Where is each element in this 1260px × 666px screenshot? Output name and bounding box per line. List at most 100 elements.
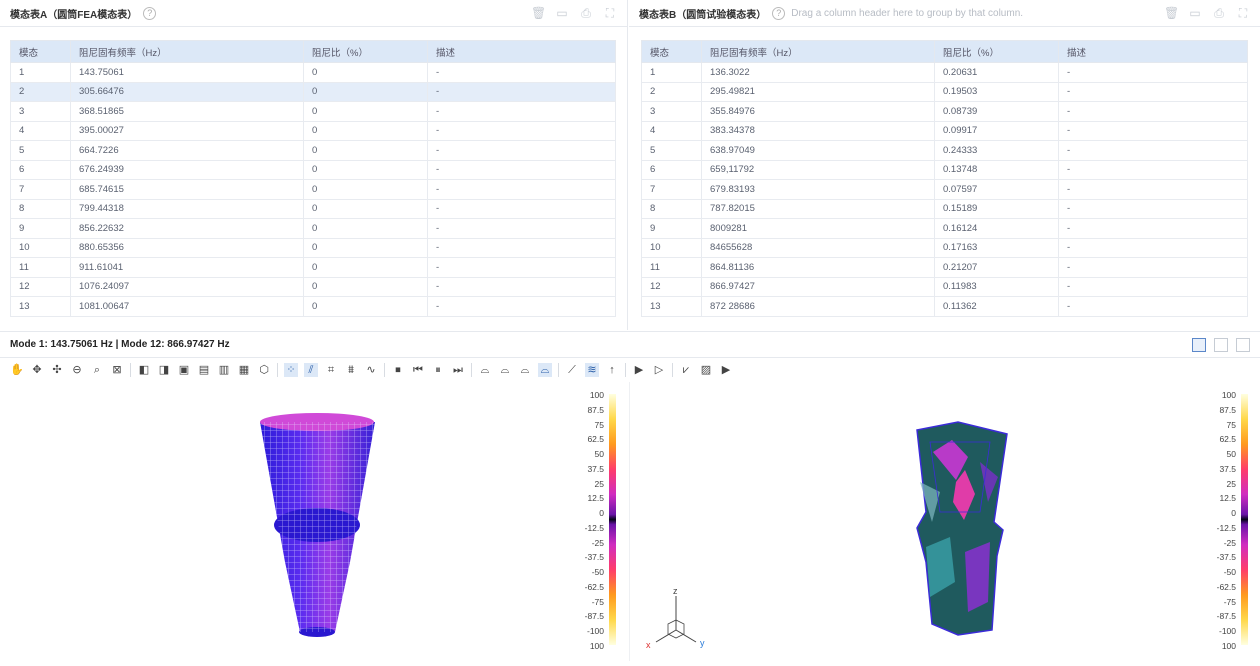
table-row[interactable]: 9 856.22632 0-: [10, 218, 616, 239]
split-view-icon[interactable]: [1192, 337, 1206, 352]
rotate-icon[interactable]: ✥: [30, 363, 44, 377]
test-viewport[interactable]: z x y 100 87.5 75 62.5 50 37.5 25 12.5 0 -12.5 -25…: [629, 382, 1260, 661]
zoom-box-icon[interactable]: ⌕: [90, 363, 104, 377]
video-export-icon[interactable]: ▶: [719, 363, 733, 377]
column-header[interactable]: 描述: [427, 40, 616, 63]
table-row[interactable]: 6 659,11792 0.13748-: [641, 159, 1248, 180]
table-row[interactable]: 2 305.66476 0-: [10, 81, 616, 102]
fea-viewport[interactable]: 100 87.5 75 62.5 50 37.5 25 12.5 0 -12.5 -25 -37.5 -…: [0, 382, 628, 661]
deformed-shape-icon[interactable]: ⩩: [344, 363, 358, 377]
legend-label: -37.5: [1216, 552, 1236, 563]
table-row[interactable]: 10 84655628 0.17163-: [641, 237, 1248, 258]
shape-d-icon[interactable]: ⌓: [538, 363, 552, 377]
next-icon[interactable]: ⏭: [451, 363, 465, 377]
fullscreen-icon[interactable]: ⛶: [1236, 6, 1250, 20]
table-row[interactable]: 3 368.51865 0-: [10, 101, 616, 122]
table-row[interactable]: 7 679.83193 0.07597-: [641, 179, 1248, 200]
table-row[interactable]: 13 872 28686 0.11362-: [641, 296, 1248, 317]
toolbar-separator: [558, 363, 559, 377]
help-icon[interactable]: ?: [772, 6, 786, 20]
table-row[interactable]: 2 295.49821 0.19503-: [641, 81, 1248, 102]
table-row[interactable]: 4 383.34378 0.09917-: [641, 120, 1248, 141]
shape-a-icon[interactable]: ⌓: [478, 363, 492, 377]
shape-c-icon[interactable]: ⌓: [518, 363, 532, 377]
nodes-icon[interactable]: ⁘: [284, 363, 298, 377]
table-row[interactable]: 1 136.3022 0.20631-: [641, 62, 1248, 83]
view-bottom-icon[interactable]: ▦: [237, 363, 251, 377]
save-icon[interactable]: ▭: [555, 6, 569, 20]
column-header[interactable]: 阻尼比（%）: [934, 40, 1059, 63]
table-row[interactable]: 3 355.84976 0.08739-: [641, 101, 1248, 122]
view-right-icon[interactable]: ▤: [197, 363, 211, 377]
legend-label: -50: [1223, 567, 1236, 578]
table-row[interactable]: 7 685.74615 0-: [10, 179, 616, 200]
pause-icon[interactable]: ⏸: [431, 363, 445, 377]
table-cell: -: [427, 276, 616, 297]
table-row[interactable]: 13 1081.00647 0-: [10, 296, 616, 317]
table-cell: -: [1058, 296, 1248, 317]
waveform-icon[interactable]: ∿: [364, 363, 378, 377]
column-header[interactable]: 阻尼固有频率（Hz）: [70, 40, 304, 63]
bounding-box-icon[interactable]: ⌗: [324, 363, 338, 377]
measure-icon[interactable]: ⟋: [565, 363, 579, 377]
animate-icon[interactable]: ▶: [632, 363, 646, 377]
previous-icon[interactable]: ⏮: [411, 363, 425, 377]
column-header[interactable]: 阻尼固有频率（Hz）: [701, 40, 935, 63]
view-top-icon[interactable]: ▥: [217, 363, 231, 377]
modal-table-b: 模态 阻尼固有频率（Hz） 阻尼比（%） 描述 1 136.3022 0.20631-2 2…: [641, 40, 1248, 317]
column-header[interactable]: 阻尼比（%）: [303, 40, 428, 63]
table-row[interactable]: 12 1076.24097 0-: [10, 276, 616, 297]
table-row[interactable]: 9 8009281 0.16124-: [641, 218, 1248, 239]
save-icon[interactable]: ▭: [1188, 6, 1202, 20]
move-icon[interactable]: ✣: [50, 363, 64, 377]
table-row[interactable]: 8 799.44318 0-: [10, 198, 616, 219]
contour-icon[interactable]: ≋: [585, 363, 599, 377]
zoom-icon[interactable]: ⊖: [70, 363, 84, 377]
table-row[interactable]: 11 911.61041 0-: [10, 257, 616, 278]
print-icon[interactable]: ⎙: [1212, 6, 1226, 20]
fit-all-icon[interactable]: ⊠: [110, 363, 124, 377]
fullscreen-icon[interactable]: ⛶: [603, 6, 617, 20]
print-icon[interactable]: ⎙: [579, 6, 593, 20]
help-icon[interactable]: ?: [143, 6, 157, 20]
view-front-icon[interactable]: ◧: [137, 363, 151, 377]
table-row[interactable]: 8 787.82015 0.15189-: [641, 198, 1248, 219]
vector-icon[interactable]: ⩗: [679, 363, 693, 377]
table-cell: 0.11983: [934, 276, 1059, 297]
overlay-view-icon[interactable]: [1214, 337, 1228, 352]
table-cell: 872 28686: [701, 296, 935, 317]
view-left-icon[interactable]: ▣: [177, 363, 191, 377]
table-row[interactable]: 11 864.81136 0.21207-: [641, 257, 1248, 278]
delete-icon[interactable]: 🗑: [1164, 6, 1179, 20]
column-header[interactable]: 模态: [10, 40, 71, 63]
table-cell: -: [427, 101, 616, 122]
table-row[interactable]: 1 143.75061 0-: [10, 62, 616, 83]
table-cell: 0: [303, 257, 428, 278]
table-cell: -: [1058, 101, 1248, 122]
table-row[interactable]: 6 676.24939 0-: [10, 159, 616, 180]
legend-label: 87.5: [1219, 404, 1236, 415]
wireframe-icon[interactable]: ⫽: [304, 363, 318, 377]
table-row[interactable]: 12 866.97427 0.11983-: [641, 276, 1248, 297]
column-header[interactable]: 模态: [641, 40, 702, 63]
delete-icon[interactable]: 🗑: [531, 6, 546, 20]
image-export-icon[interactable]: ▨: [699, 363, 713, 377]
table-row[interactable]: 10 880.65356 0-: [10, 237, 616, 258]
stop-icon[interactable]: ⏹: [391, 363, 405, 377]
pan-hand-icon[interactable]: ✋: [10, 363, 24, 377]
table-row[interactable]: 5 638.97049 0.24333-: [641, 140, 1248, 161]
view-back-icon[interactable]: ◨: [157, 363, 171, 377]
animate-step-icon[interactable]: ▷: [652, 363, 666, 377]
maximize-icon[interactable]: [1236, 337, 1250, 352]
group-by-hint[interactable]: Drag a column header here to group by th…: [791, 8, 1023, 19]
table-cell: -: [427, 179, 616, 200]
shape-b-icon[interactable]: ⌓: [498, 363, 512, 377]
column-header[interactable]: 描述: [1058, 40, 1248, 63]
table-row[interactable]: 4 395.00027 0-: [10, 120, 616, 141]
arrow-up-icon[interactable]: ↑: [605, 363, 619, 377]
toolbar-separator: [130, 363, 131, 377]
table-row[interactable]: 5 664.7226 0-: [10, 140, 616, 161]
colorbar: [609, 394, 616, 645]
view-iso-icon[interactable]: ⬡: [257, 363, 271, 377]
legend-label: -87.5: [1216, 611, 1236, 622]
